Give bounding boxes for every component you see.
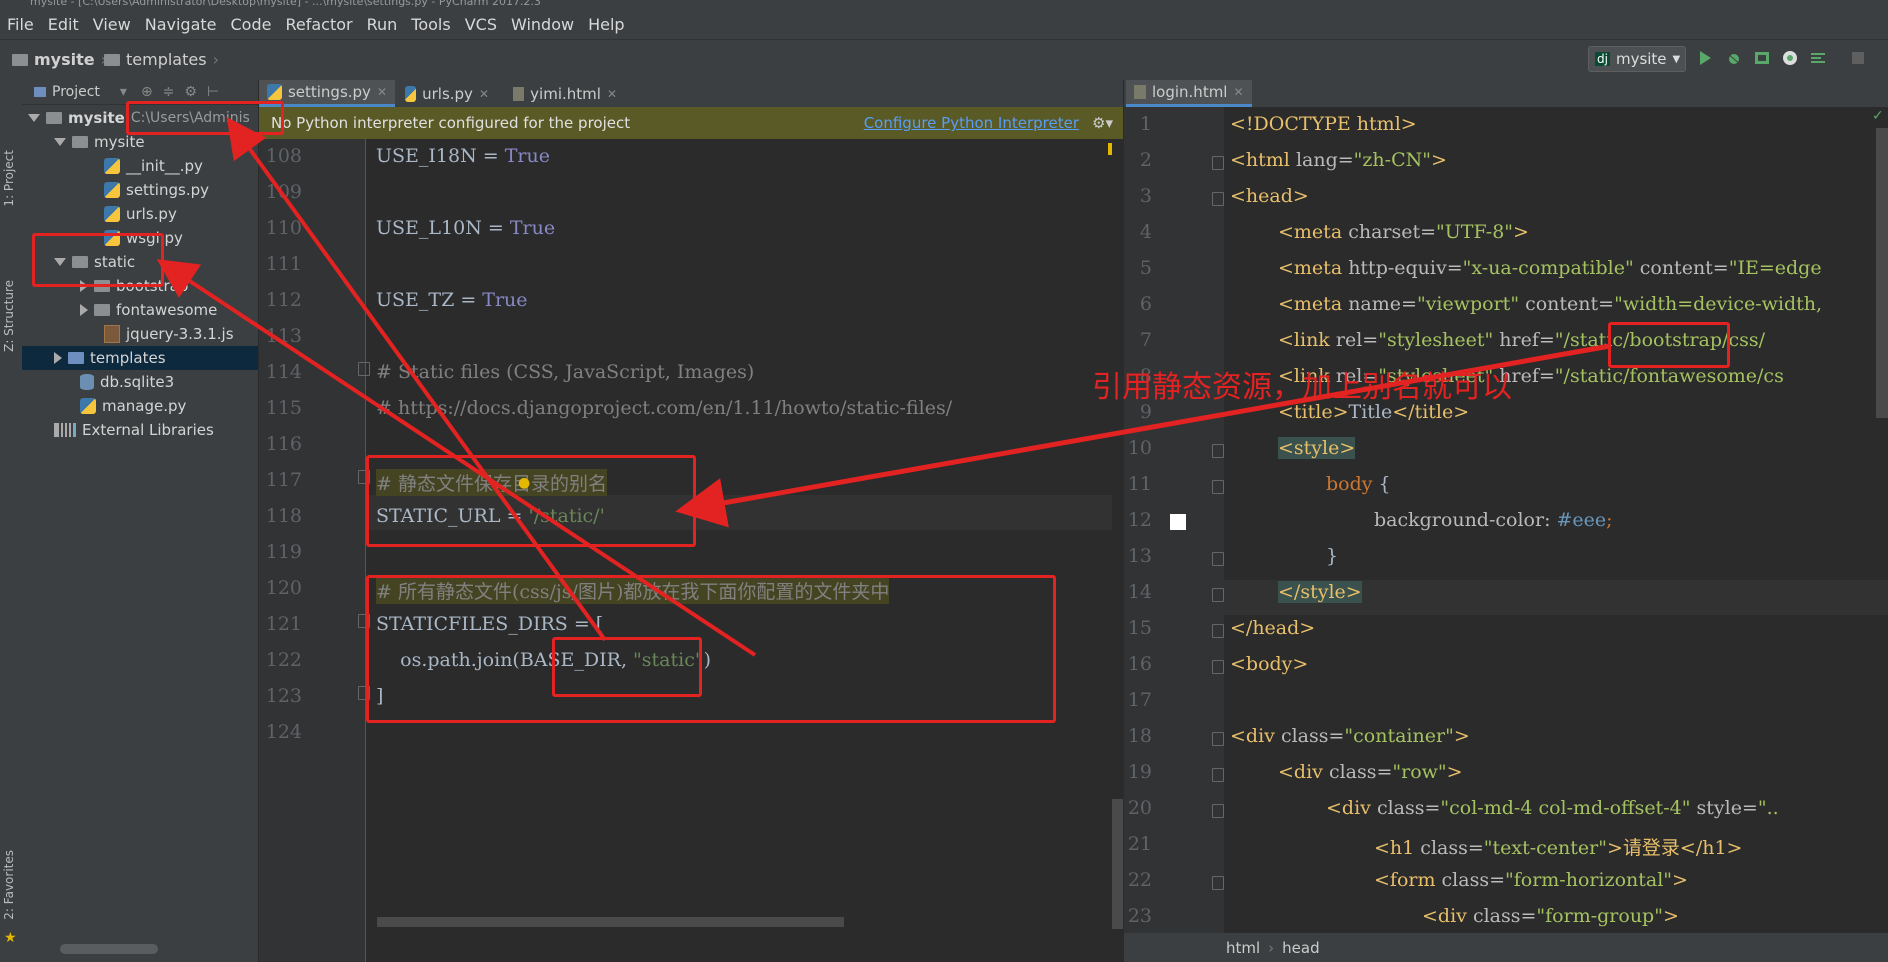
annotation-arrows <box>156 117 1611 657</box>
arrow-static-string-to-folder <box>156 259 757 657</box>
arrow-base-dir-to-root <box>226 117 607 642</box>
annotation-text: 引用静态资源，加上别名就可以 <box>1092 370 1512 405</box>
